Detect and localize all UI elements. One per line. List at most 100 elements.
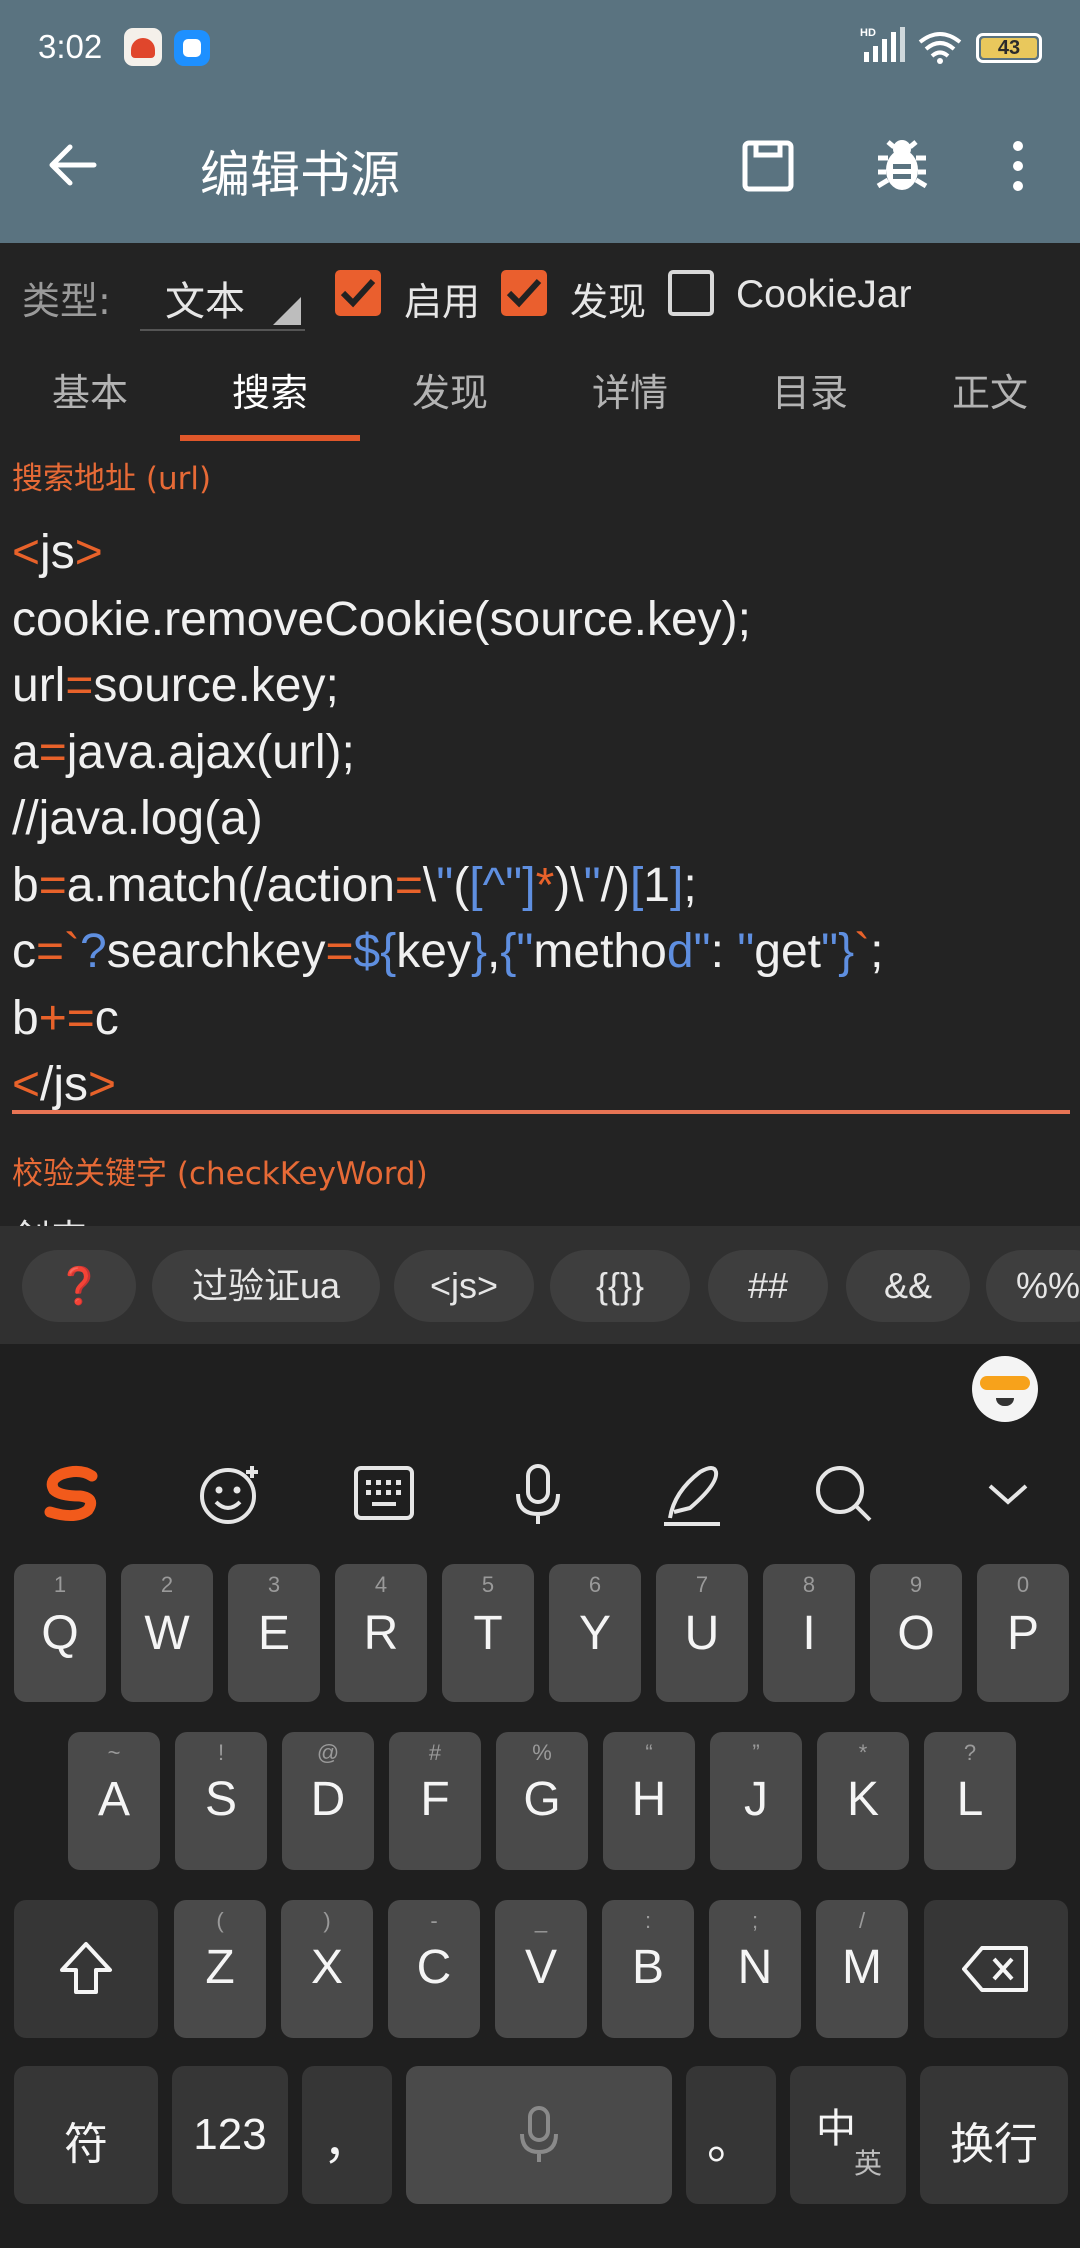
chip-double-ampersand[interactable]: && [846,1250,970,1322]
tab-search[interactable]: 搜索 [180,343,360,443]
tab-content[interactable]: 正文 [900,343,1080,443]
key-t[interactable]: 5T [442,1564,534,1702]
keyboard-mascot-icon[interactable] [972,1356,1038,1422]
tab-toc[interactable]: 目录 [720,343,900,443]
period-key-label: 。 [706,2114,755,2170]
comma-key-label: ， [322,2114,371,2170]
key-m[interactable]: / M [816,1900,908,2038]
key-secondary-label: 8 [802,1572,816,1597]
symbols-key[interactable]: 符 [14,2066,158,2204]
key-secondary-label: 1 [53,1572,67,1597]
language-secondary-label: 英 [854,2147,883,2180]
checkmark-icon [340,278,376,308]
enable-checkbox[interactable] [335,270,381,316]
check-keyword-input[interactable]: 剑来 [12,1208,412,1228]
key-j[interactable]: ” J [710,1732,802,1870]
tab-detail[interactable]: 详情 [540,343,720,443]
enter-key-label: 换行 [950,2119,1038,2170]
tab-discover[interactable]: 发现 [360,343,540,443]
enable-label: 启用 [404,280,481,324]
app-notification-icon [124,28,162,66]
shift-key[interactable] [14,1900,158,2038]
key-s[interactable]: ! S [175,1732,267,1870]
key-n[interactable]: ; N [709,1900,801,2038]
key-o[interactable]: 9O [870,1564,962,1702]
key-label: I [802,1607,816,1660]
key-label: L [956,1773,984,1826]
check-keyword-label: 校验关键字 (checkKeyWord) [12,1156,428,1192]
sogou-logo-icon[interactable] [40,1462,104,1526]
debug-icon[interactable] [876,138,928,194]
key-label: N [737,1941,773,1994]
key-secondary-label: # [428,1740,442,1765]
key-r[interactable]: 4R [335,1564,427,1702]
key-f[interactable]: # F [389,1732,481,1870]
chip-double-brace[interactable]: {{}} [550,1250,690,1322]
enter-key[interactable]: 换行 [920,2066,1068,2204]
key-y[interactable]: 6Y [549,1564,641,1702]
status-time: 3:02 [38,28,103,65]
language-primary-label: 中 [816,2106,856,2152]
battery-icon: 43 [976,33,1042,63]
key-secondary-label: 3 [267,1572,281,1597]
key-l[interactable]: ? L [924,1732,1016,1870]
code-line: b=a.match(/action=\"([^"]*)\"/)[1]; [12,858,697,912]
key-secondary-label: 7 [695,1572,709,1597]
key-secondary-label: ~ [107,1740,121,1765]
key-label: S [204,1773,237,1826]
key-c[interactable]: -C [388,1900,480,2038]
search-url-code-editor[interactable]: <js> cookie.removeCookie(source.key); url=… [12,520,1072,1119]
code-line: a=java.ajax(url); [12,725,355,779]
cookiejar-label: CookieJar [736,273,912,316]
chip-double-percent[interactable]: %% [986,1250,1080,1322]
key-p[interactable]: 0P [977,1564,1069,1702]
language-switch-key[interactable]: 中 英 [790,2066,906,2204]
key-z[interactable]: (Z [174,1900,266,2038]
collapse-icon[interactable] [976,1462,1040,1526]
help-chip[interactable]: ❓ [22,1250,136,1322]
back-arrow-icon[interactable] [48,140,98,190]
chip-double-hash[interactable]: ## [708,1250,828,1322]
more-options-icon[interactable] [1006,140,1030,192]
numbers-key[interactable]: 123 [172,2066,288,2204]
key-secondary-label: ( [216,1908,224,1933]
key-label: W [144,1607,190,1660]
key-u[interactable]: 7U [656,1564,748,1702]
backspace-key[interactable] [924,1900,1068,2038]
handwriting-icon[interactable] [660,1462,724,1526]
chip-js[interactable]: <js> [394,1250,534,1322]
microphone-icon[interactable] [506,1462,570,1526]
comma-key[interactable]: ， [302,2066,392,2204]
save-icon[interactable] [742,140,794,192]
keyboard-icon[interactable] [352,1462,416,1526]
cookiejar-checkbox[interactable] [668,270,714,316]
key-e[interactable]: 3E [228,1564,320,1702]
discover-checkbox[interactable] [501,270,547,316]
period-key[interactable]: 。 [686,2066,776,2204]
type-select[interactable]: 文本 [140,261,305,331]
key-a[interactable]: ~ A [68,1732,160,1870]
key-w[interactable]: 2W [121,1564,213,1702]
key-secondary-label: 5 [481,1572,495,1597]
key-label: T [473,1607,503,1660]
chip-verify-ua[interactable]: 过验证ua [152,1250,380,1322]
emoji-icon[interactable] [198,1462,262,1526]
code-line: b+=c [12,991,119,1045]
key-q[interactable]: 1Q [14,1564,106,1702]
key-h[interactable]: “H [603,1732,695,1870]
search-icon[interactable] [812,1462,876,1526]
battery-percent: 43 [997,37,1021,59]
key-k[interactable]: * K [817,1732,909,1870]
key-b[interactable]: :B [602,1900,694,2038]
key-i[interactable]: 8I [763,1564,855,1702]
key-d[interactable]: @ D [282,1732,374,1870]
tab-basic[interactable]: 基本 [0,343,180,443]
space-key[interactable] [406,2066,672,2204]
key-secondary-label: * [858,1740,868,1765]
key-v[interactable]: _ V [495,1900,587,2038]
key-secondary-label: ; [751,1908,759,1933]
key-x[interactable]: ) X [281,1900,373,2038]
code-line: url=source.key; [12,659,339,712]
key-g[interactable]: % G [496,1732,588,1870]
signal-icon: HD [860,27,905,62]
